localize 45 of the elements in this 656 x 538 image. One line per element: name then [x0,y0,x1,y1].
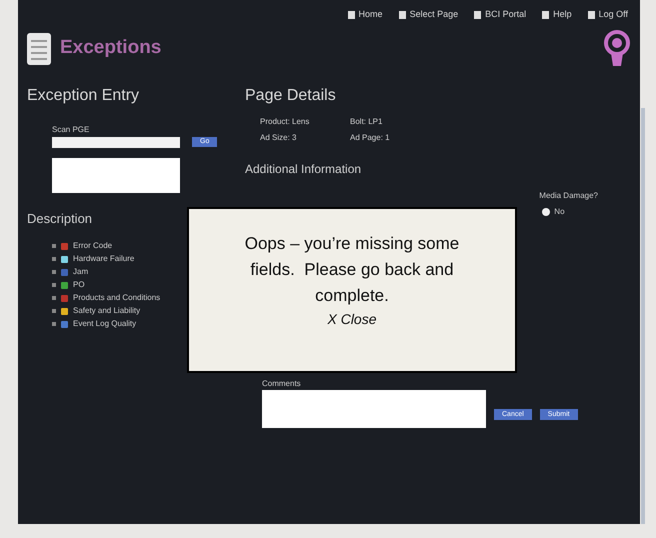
expand-icon[interactable] [52,270,56,274]
nav-link[interactable]: Help [542,8,572,22]
section-heading: Description [27,210,94,228]
nav-icon [398,10,406,19]
detail-text: Bolt: LP1 [350,116,384,128]
notepad-icon [26,32,52,66]
nav-icon [348,10,355,19]
field-label: Comments [262,378,302,390]
nav-link[interactable]: BCI Portal [474,8,526,22]
nav-icon [474,10,482,19]
tree-item[interactable]: Error Code [73,240,112,252]
field-label: Scan PGE [52,124,90,136]
expand-icon[interactable] [52,309,56,313]
nav-link[interactable]: Log Off [588,8,628,22]
nav-link[interactable]: Home [348,8,383,22]
expand-icon[interactable] [52,283,56,287]
expand-icon[interactable] [52,322,56,326]
section-heading: Additional Information [245,160,362,178]
scrollbar[interactable] [641,108,645,524]
tree-item[interactable]: Event Log Quality [73,318,136,330]
question-label: Media Damage? [539,190,598,202]
expand-icon[interactable] [52,296,56,300]
section-heading: Exception Entry [27,86,140,106]
scan-input-field[interactable] [52,136,180,148]
detail-text: Product: Lens [260,116,310,128]
notes-field[interactable] [52,158,180,192]
section-heading: Page Details [245,86,337,106]
close-link[interactable]: X Close [327,309,377,330]
comments-field[interactable] [262,390,486,428]
expand-icon[interactable] [52,244,56,248]
app-title: Exceptions [60,36,162,60]
radio-button[interactable] [542,208,550,216]
option-label: No [554,206,565,218]
expand-icon[interactable] [52,257,56,261]
detail-text: Ad Page: 1 [350,132,391,144]
nav-icon [588,10,595,19]
nav-link[interactable]: Select Page [398,8,458,22]
detail-text: Ad Size: 3 [260,132,298,144]
tree-item[interactable]: PO [73,279,85,291]
tree-item[interactable]: Products and Conditions [73,292,160,304]
tree-item[interactable]: Hardware Failure [73,253,134,265]
nav-icon [542,10,550,19]
tree-item[interactable]: Safety and Liability [73,305,140,317]
alert-message: Oops – you’re missing some fields. Please go back and complete. [244,233,460,307]
tree-item[interactable]: Jam [73,266,88,278]
